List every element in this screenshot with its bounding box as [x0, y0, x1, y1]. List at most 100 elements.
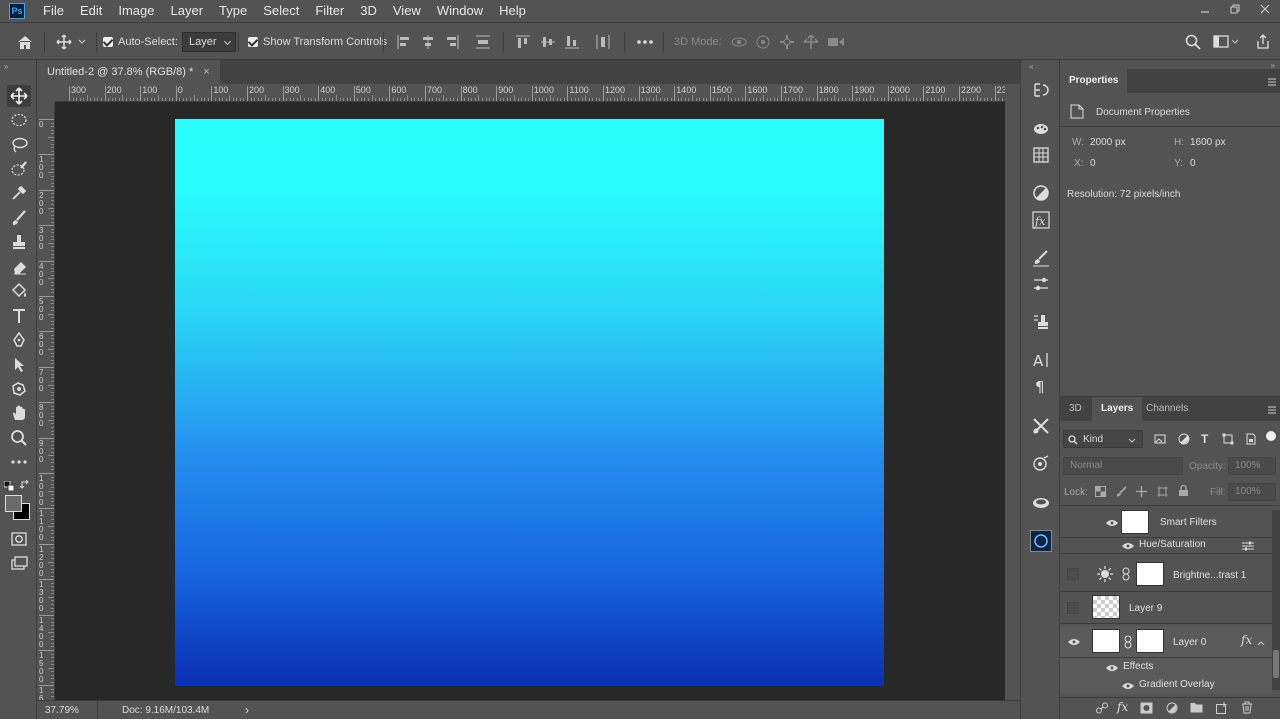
ruler-origin[interactable] [37, 84, 55, 102]
marquee-tool-icon[interactable] [7, 109, 31, 131]
add-style-fx-icon[interactable]: fx [1117, 700, 1128, 714]
minimize-button[interactable] [1190, 0, 1220, 18]
width-value[interactable]: 2000 px [1090, 137, 1126, 148]
layer-mask-thumbnail[interactable] [1136, 629, 1164, 653]
status-menu-arrow[interactable]: › [245, 703, 249, 717]
plugin-icon[interactable] [1030, 530, 1052, 552]
layer-row-effects[interactable]: Effects [1060, 658, 1272, 676]
auto-select-checkbox[interactable]: Auto-Select: [103, 23, 178, 61]
brushes-icon[interactable] [1031, 274, 1051, 294]
tab-properties[interactable]: Properties [1060, 69, 1128, 93]
adjustment-mask-thumbnail[interactable] [1136, 562, 1164, 586]
effects-label[interactable]: Effects [1123, 661, 1153, 672]
layer-name[interactable]: Layer 0 [1173, 637, 1206, 648]
height-value[interactable]: 1600 px [1190, 137, 1226, 148]
filter-adjustment-icon[interactable] [1178, 433, 1190, 448]
history-icon[interactable] [1031, 80, 1051, 100]
collapse-arrows-icon[interactable]: » [1061, 61, 1275, 70]
screen-mode-icon[interactable] [7, 552, 31, 574]
smart-filter-mask-thumbnail[interactable] [1121, 510, 1149, 534]
filter-shape-icon[interactable] [1222, 433, 1234, 448]
swap-colors-icon[interactable] [19, 479, 30, 489]
lock-all-icon[interactable] [1178, 484, 1189, 500]
add-mask-icon[interactable] [1140, 702, 1153, 717]
opacity-field[interactable]: 100% [1228, 457, 1276, 475]
tab-layers[interactable]: Layers [1092, 397, 1143, 421]
move-tool-preset-icon[interactable] [56, 23, 86, 61]
close-document-icon[interactable]: × [203, 60, 209, 84]
stamp-tool-icon[interactable] [7, 231, 31, 253]
lock-transparency-icon[interactable] [1095, 486, 1106, 500]
home-icon[interactable] [16, 23, 34, 61]
menu-type[interactable]: Type [211, 0, 255, 22]
menu-view[interactable]: View [385, 0, 429, 22]
quick-mask-icon[interactable] [7, 528, 31, 550]
align-right-icon[interactable] [444, 23, 460, 61]
path-selection-tool-icon[interactable] [7, 354, 31, 376]
align-bottom-icon[interactable] [564, 23, 580, 61]
paragraph-icon[interactable]: ¶ [1031, 376, 1051, 396]
document-tab[interactable]: Untitled-2 @ 37.8% (RGB/8) * × [37, 60, 220, 84]
3d-scale-icon[interactable] [827, 23, 845, 61]
transparent-layer-thumbnail[interactable] [1092, 595, 1120, 619]
type-tool-icon[interactable] [7, 305, 31, 327]
custom-shape-tool-icon[interactable] [7, 378, 31, 400]
visibility-toggle-empty[interactable] [1067, 602, 1079, 614]
filter-options-icon[interactable] [1242, 540, 1254, 554]
share-icon[interactable] [1255, 23, 1271, 61]
visibility-toggle-empty[interactable] [1067, 568, 1079, 580]
foreground-color-swatch[interactable] [5, 495, 22, 512]
document-canvas[interactable] [175, 119, 884, 686]
new-layer-icon[interactable] [1216, 702, 1228, 717]
fill-field[interactable]: 100% [1228, 483, 1276, 501]
scrollbar-thumb[interactable] [1273, 650, 1279, 678]
eraser-tool-icon[interactable] [7, 256, 31, 278]
filter-type-icon[interactable]: T [1201, 432, 1208, 446]
align-left-icon[interactable] [396, 23, 412, 61]
align-top-icon[interactable] [515, 23, 531, 61]
menu-edit[interactable]: Edit [72, 0, 110, 22]
tab-channels[interactable]: Channels [1137, 397, 1197, 421]
styles-icon[interactable]: fx [1031, 210, 1051, 230]
menu-select[interactable]: Select [255, 0, 307, 22]
distribute-horizontal-icon[interactable] [595, 23, 611, 61]
tool-presets-icon[interactable] [1031, 416, 1051, 436]
align-hcenter-icon[interactable] [420, 23, 436, 61]
y-value[interactable]: 0 [1190, 158, 1196, 169]
horizontal-ruler[interactable]: 300 200 100 0 100 200 300 400 500 600 700 800 900 100… [55, 84, 1005, 102]
more-tools-icon[interactable] [7, 451, 31, 473]
auto-select-dropdown[interactable]: Layer [182, 32, 236, 52]
close-window-button[interactable] [1250, 0, 1280, 18]
layer-row-hue-saturation[interactable]: Hue/Saturation [1060, 538, 1272, 554]
layers-scrollbar[interactable] [1272, 510, 1280, 690]
3d-roll-icon[interactable] [755, 23, 771, 61]
color-icon[interactable] [1031, 118, 1051, 138]
lasso-tool-icon[interactable] [7, 134, 31, 156]
layer-row-brightness-contrast[interactable]: Brightne...trast 1 [1060, 557, 1272, 592]
more-options-icon[interactable] [636, 23, 654, 61]
lock-artboard-icon[interactable] [1157, 486, 1168, 500]
libraries-icon[interactable] [1031, 492, 1051, 512]
layer-name[interactable]: Brightne...trast 1 [1173, 570, 1246, 581]
effect-name[interactable]: Gradient Overlay [1139, 679, 1215, 690]
delete-layer-trash-icon[interactable] [1241, 701, 1253, 717]
restore-button[interactable] [1220, 0, 1250, 18]
show-transform-checkbox[interactable]: Show Transform Controls [248, 23, 387, 61]
quick-select-tool-icon[interactable] [7, 158, 31, 180]
pen-tool-icon[interactable] [7, 329, 31, 351]
layer-row-layer-9[interactable]: Layer 9 [1060, 592, 1272, 624]
visibility-eye-icon[interactable] [1121, 681, 1135, 691]
layer-filter-dropdown[interactable]: Kind [1063, 430, 1143, 448]
layer-thumbnail[interactable] [1092, 629, 1120, 653]
brush-settings-icon[interactable] [1031, 248, 1051, 268]
menu-help[interactable]: Help [491, 0, 534, 22]
workspace-icon[interactable] [1213, 23, 1239, 61]
new-adjustment-icon[interactable] [1166, 702, 1178, 717]
chevron-up-icon[interactable] [1257, 636, 1265, 650]
3d-pan-icon[interactable] [779, 23, 795, 61]
menu-3d[interactable]: 3D [352, 0, 385, 22]
hand-tool-icon[interactable] [7, 402, 31, 424]
layer-name[interactable]: Smart Filters [1160, 517, 1217, 528]
clone-source-icon[interactable] [1031, 312, 1051, 332]
learn-icon[interactable] [1031, 454, 1051, 474]
